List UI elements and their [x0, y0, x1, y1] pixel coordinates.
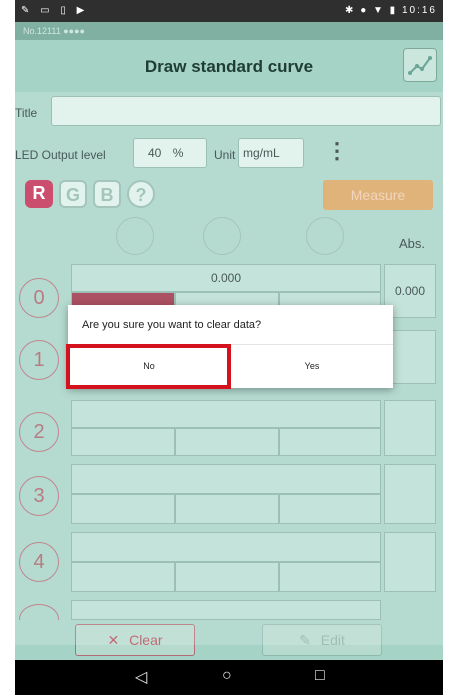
dialog-yes-button[interactable]: Yes	[231, 345, 393, 388]
chart-button[interactable]	[403, 48, 437, 82]
status-icons-left: ✎ ▭ ▯ ▶	[21, 5, 89, 16]
highlight-box	[66, 344, 231, 389]
system-nav-bar: ◁ ○ □	[15, 660, 443, 695]
chart-line-icon	[408, 56, 432, 75]
toolbar: Draw standard curve	[15, 40, 443, 92]
home-icon[interactable]: ○	[222, 667, 232, 685]
dialog-message: Are you sure you want to clear data?	[82, 319, 262, 331]
status-icons-right: ✱ ● ▼ ▮ 10:16	[345, 5, 437, 16]
status-bar: ✎ ▭ ▯ ▶ ✱ ● ▼ ▮ 10:16	[15, 0, 443, 22]
app-id-bar: No.12111 ●●●●	[15, 22, 443, 40]
recents-icon[interactable]: □	[315, 667, 325, 685]
page-title: Draw standard curve	[144, 57, 314, 76]
back-icon[interactable]: ◁	[135, 667, 147, 687]
